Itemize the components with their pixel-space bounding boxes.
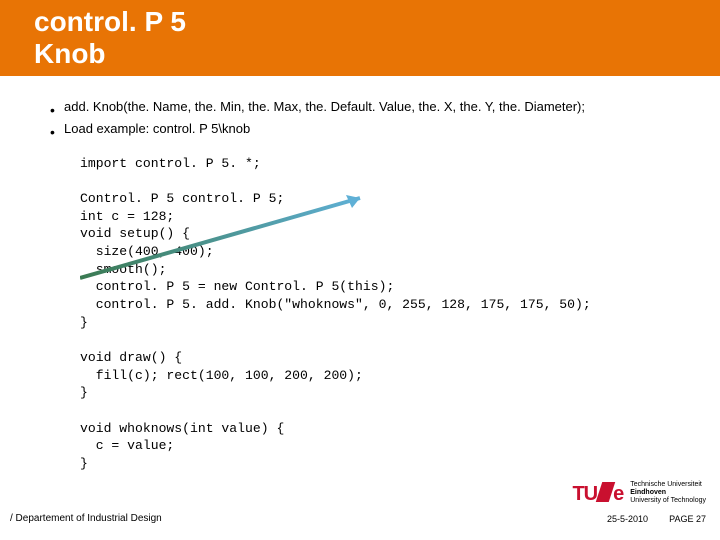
code-block: import control. P 5. *; Control. P 5 con… [80, 155, 680, 473]
bullet-1: add. Knob(the. Name, the. Min, the. Max,… [50, 96, 680, 118]
logo-e: e [613, 483, 624, 506]
title-line-2: Knob [34, 38, 106, 69]
date-label: 25-5-2010 [607, 514, 648, 524]
logo-text: Technische Universiteit Eindhoven Univer… [630, 481, 706, 504]
title-bar: control. P 5 Knob [0, 0, 720, 76]
page-label: PAGE 27 [669, 514, 706, 524]
bullet-list: add. Knob(the. Name, the. Min, the. Max,… [50, 96, 680, 140]
logo-text-2: Eindhoven [630, 489, 666, 496]
title-line-1: control. P 5 [34, 6, 186, 37]
slide-content: add. Knob(the. Name, the. Min, the. Max,… [0, 76, 720, 472]
footer: TU e Technische Universiteit Eindhoven U… [0, 488, 720, 528]
logo-mark: TU e [572, 480, 624, 506]
university-logo: TU e Technische Universiteit Eindhoven U… [572, 480, 706, 506]
slide-title: control. P 5 Knob [34, 6, 720, 70]
logo-text-3: University of Technology [630, 497, 706, 504]
bullet-2: Load example: control. P 5\knob [50, 118, 680, 140]
logo-tu: TU [572, 483, 597, 506]
logo-text-1: Technische Universiteit [630, 481, 702, 488]
department-label: / Departement of Industrial Design [10, 513, 162, 524]
